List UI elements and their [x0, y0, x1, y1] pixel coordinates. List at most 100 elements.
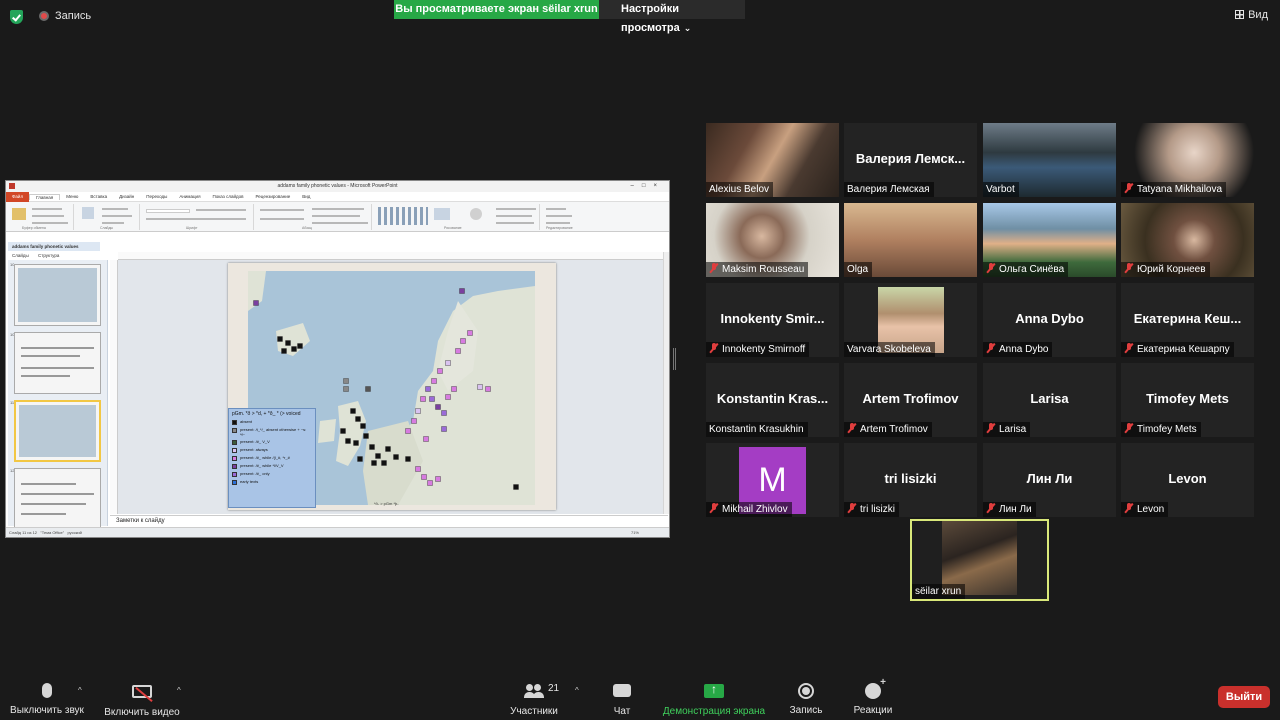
record-button[interactable]: Запись — [786, 680, 826, 716]
participant-name-label: tri lisizki — [844, 502, 899, 517]
slide-thumbnail[interactable] — [14, 264, 101, 326]
participant-tile[interactable]: Innokenty Smir... Innokenty Smirnoff — [706, 283, 839, 357]
recording-icon — [39, 11, 49, 21]
participant-tile[interactable]: Tatyana Mikhailova — [1121, 123, 1254, 197]
participant-tile[interactable]: Timofey Mets Timofey Mets — [1121, 363, 1254, 437]
ribbon-caption-clipboard: Буфер обмена — [22, 226, 46, 230]
map-marker — [445, 360, 451, 366]
ribbon-tab[interactable]: Файл — [6, 191, 30, 202]
participant-tile[interactable]: M Mikhail Zhivlov — [706, 443, 839, 517]
self-view-tile[interactable]: sëilar xrun — [910, 519, 1049, 601]
participant-tile[interactable]: Varbot — [983, 123, 1116, 197]
participant-tile[interactable]: Anna Dybo Anna Dybo — [983, 283, 1116, 357]
map-marker — [371, 460, 377, 466]
map-marker — [285, 340, 291, 346]
participant-tile[interactable]: Ольга Синёва — [983, 203, 1116, 277]
map-marker — [420, 396, 426, 402]
ribbon-tab[interactable]: Переходы — [140, 194, 173, 199]
map-marker — [415, 408, 421, 414]
map-marker — [345, 438, 351, 444]
shield-icon[interactable] — [10, 10, 23, 24]
participant-name: Anna Dybo — [999, 344, 1049, 355]
status-zoom[interactable]: 71% — [631, 528, 639, 538]
map-marker — [411, 418, 417, 424]
leave-meeting-button[interactable]: Выйти — [1218, 686, 1270, 708]
participant-tile[interactable]: Екатерина Кеш... Екатерина Кешарпу — [1121, 283, 1254, 357]
mute-label: Выключить звук — [10, 705, 84, 716]
ribbon-tab[interactable]: Анимация — [173, 194, 206, 199]
legend-label: present: /#_ while /(l_#, *r_# — [240, 455, 290, 460]
map-marker — [477, 384, 483, 390]
participant-display-name: Timofey Mets — [1146, 391, 1229, 406]
map-marker — [360, 423, 366, 429]
map-marker — [431, 378, 437, 384]
window-controls-icon[interactable]: –□× — [631, 181, 665, 192]
pp-titlebar: adda​ms family phonetic values - Microso… — [6, 181, 669, 192]
split-divider-handle[interactable] — [673, 348, 676, 370]
participant-tile[interactable]: Юрий Корнеев — [1121, 203, 1254, 277]
view-button[interactable]: Вид — [1235, 9, 1268, 21]
participant-tile[interactable]: Maksim Rousseau — [706, 203, 839, 277]
ribbon-tab[interactable]: Главная — [29, 193, 61, 200]
map-marker — [343, 386, 349, 392]
participant-tile[interactable]: Larisa Larisa — [983, 363, 1116, 437]
vertical-scrollbar[interactable] — [663, 252, 669, 514]
slide-thumbnail-selected[interactable] — [14, 400, 101, 462]
participant-display-name: Artem Trofimov — [862, 391, 959, 406]
participant-tile[interactable]: Varvara Skobeleva — [844, 283, 977, 357]
ribbon-tab[interactable]: Вид — [296, 194, 316, 199]
ribbon-tab[interactable]: Вставка — [84, 194, 113, 199]
participant-tile[interactable]: Alexius Belov — [706, 123, 839, 197]
participant-tile[interactable]: Konstantin Kras... Konstantin Krasukhin — [706, 363, 839, 437]
audio-options-caret-icon[interactable]: ^ — [78, 686, 82, 695]
video-button[interactable]: Включить видео — [102, 680, 182, 718]
participant-tile[interactable]: Levon Levon — [1121, 443, 1254, 517]
muted-microphone-icon — [986, 263, 996, 273]
muted-microphone-icon — [847, 503, 857, 513]
reactions-button[interactable]: Реакции — [850, 677, 896, 716]
participant-tile[interactable]: Валерия Лемск... Валерия Лемская — [844, 123, 977, 197]
share-screen-button[interactable]: Демонстрация экрана — [660, 680, 768, 717]
map-marker — [355, 416, 361, 422]
participant-name: Mikhail Zhivlov — [722, 504, 788, 515]
chat-button[interactable]: Чат — [604, 680, 640, 717]
map-marker — [455, 348, 461, 354]
muted-microphone-icon — [1124, 423, 1134, 433]
legend-swatch — [232, 472, 237, 477]
thumbnail-map — [19, 405, 96, 457]
participant-name-label: Konstantin Krasukhin — [706, 422, 808, 437]
ribbon-group-font: Шрифт — [142, 204, 254, 230]
slide-thumbnail[interactable] — [14, 332, 101, 394]
ribbon-tab[interactable]: Меню — [60, 194, 84, 199]
participant-tile[interactable]: Лин Ли Лин Ли — [983, 443, 1116, 517]
ribbon-tab[interactable]: Дизайн — [113, 194, 140, 199]
legend-label: present: /#_ while *l/V_V — [240, 463, 284, 468]
participants-options-caret-icon[interactable]: ^ — [575, 686, 579, 695]
legend-row: present: always — [232, 447, 312, 453]
ribbon-tab[interactable]: Рецензирование — [249, 194, 296, 199]
microphone-icon — [42, 683, 52, 698]
tab-outline[interactable]: Структура — [34, 252, 63, 260]
slide-notes[interactable]: Заметки к слайду — [110, 515, 668, 526]
ribbon-group-slides: Слайды — [76, 204, 140, 230]
participant-tile[interactable]: Artem Trofimov Artem Trofimov — [844, 363, 977, 437]
participant-name: tri lisizki — [860, 504, 895, 515]
slide-thumbnail[interactable] — [14, 468, 101, 530]
ribbon-tab[interactable]: Показ слайдов — [207, 194, 250, 199]
participant-name: Levon — [1137, 504, 1165, 515]
tab-slides[interactable]: Слайды — [8, 252, 33, 260]
map-marker — [357, 456, 363, 462]
ribbon-caption-font: Шрифт — [186, 226, 198, 230]
map-marker — [385, 446, 391, 452]
map-marker — [435, 404, 441, 410]
mute-button[interactable]: Выключить звук — [8, 680, 86, 716]
participant-display-name: Konstantin Kras... — [716, 391, 829, 406]
document-tab[interactable]: addams family phonetic values — [8, 242, 100, 251]
participant-tile[interactable]: tri lisizki tri lisizki — [844, 443, 977, 517]
shared-screen[interactable]: adda​ms family phonetic values - Microso… — [5, 180, 670, 538]
video-options-caret-icon[interactable]: ^ — [177, 686, 181, 695]
participant-name-label: Timofey Mets — [1121, 422, 1201, 437]
view-settings-button[interactable]: Настройки просмотра ⌄ — [599, 0, 745, 34]
participant-display-name: Екатерина Кеш... — [1133, 311, 1242, 326]
participant-tile[interactable]: Olga — [844, 203, 977, 277]
